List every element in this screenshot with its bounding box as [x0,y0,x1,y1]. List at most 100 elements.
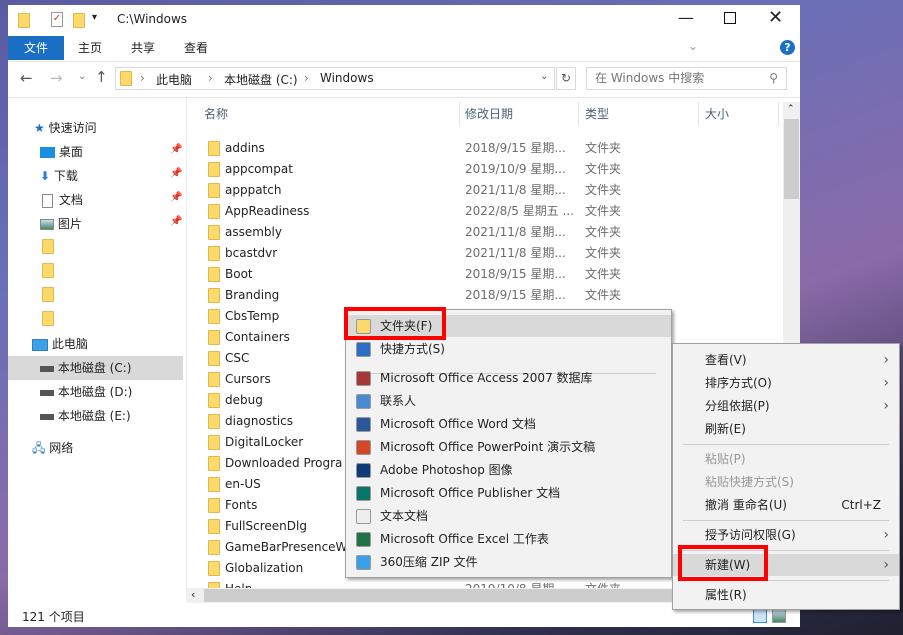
drive-icon [40,389,54,396]
sidebar-item-this-pc[interactable]: 此电脑 [32,332,88,356]
menu-item-group[interactable]: 分组依据(P) › [673,395,899,417]
file-row[interactable]: appcompat 2019/10/9 星期... 文件夹 [204,159,784,180]
maximize-button[interactable] [724,12,736,24]
sidebar-item-documents[interactable]: 文档 [40,188,83,212]
folder-icon [208,288,220,303]
folder-icon [208,309,220,324]
folder-icon [208,204,220,219]
sidebar-item-downloads[interactable]: ⬇ 下载 [40,164,78,188]
refresh-button[interactable]: ↻ [556,67,576,90]
sidebar-item-desktop[interactable]: 桌面 [40,140,83,164]
tab-home[interactable]: 主页 [62,36,118,60]
file-name: assembly [225,225,282,239]
desktop-icon [40,147,55,158]
properties-icon[interactable]: ✓ [51,12,63,27]
new-menu-item[interactable]: Microsoft Office Excel 工作表 [346,528,671,550]
breadcrumb-c-drive[interactable]: 本地磁盘 (C:) [224,71,298,88]
customize-quick-access-icon[interactable]: ▾ [92,12,97,23]
address-bar[interactable]: › 此电脑 › 本地磁盘 (C:) › Windows ⌄ [115,67,555,90]
sidebar-item-quick-access[interactable]: ★ 快速访问 [34,116,97,140]
pin-icon[interactable]: 📌 [170,192,182,203]
file-row[interactable]: addins 2018/9/15 星期... 文件夹 [204,138,784,159]
new-menu-item[interactable]: Microsoft Office PowerPoint 演示文稿 [346,436,671,458]
tab-share[interactable]: 共享 [115,36,171,60]
folder-icon [208,519,220,534]
file-date: 2018/9/15 星期... [465,267,566,281]
folder-icon [208,141,220,156]
breadcrumb-windows[interactable]: Windows [320,71,374,85]
file-type: 文件夹 [585,162,622,176]
sidebar-item-network[interactable]: 🖧 网络 [32,436,73,460]
folder-icon[interactable] [42,311,54,326]
back-button[interactable]: ← [20,69,33,87]
menu-item-properties[interactable]: 属性(R) [673,584,899,606]
file-name: GameBarPresenceWi [225,540,351,554]
folder-icon[interactable] [42,239,54,254]
menu-item-undo-rename[interactable]: 撤消 重命名(U) Ctrl+Z [673,494,899,516]
close-button[interactable]: ✕ [768,7,783,28]
help-icon[interactable]: ? [780,40,795,55]
file-date: 2022/8/5 星期五 ... [465,204,574,218]
tab-view[interactable]: 查看 [168,36,224,60]
new-menu-item[interactable]: 文本文档 [346,505,671,527]
new-menu-item[interactable]: 快捷方式(S) [346,338,671,360]
folder-icon[interactable] [42,287,54,302]
drive-icon [40,365,54,372]
new-menu-item[interactable]: 联系人 [346,390,671,412]
file-row[interactable]: bcastdvr 2021/11/8 星期... 文件夹 [204,243,784,264]
breadcrumb-this-pc[interactable]: 此电脑 [156,71,192,88]
details-view-button[interactable] [753,609,767,623]
divider [8,61,800,62]
file-date: 2021/11/8 星期... [465,183,566,197]
folder-icon [208,456,220,471]
new-menu-item[interactable]: 360压缩 ZIP 文件 [346,551,671,573]
file-row[interactable]: AppReadiness 2022/8/5 星期五 ... 文件夹 [204,201,784,222]
drive-icon [40,413,54,420]
search-input[interactable]: 在 Windows 中搜索 ⚲ [586,67,787,90]
file-name: bcastdvr [225,246,278,260]
file-date: 2019/10/9 星期... [465,162,566,176]
recent-locations-button[interactable]: ⌄ [78,71,86,82]
expand-ribbon-icon[interactable]: ⌄ [688,39,698,53]
search-icon: ⚲ [769,71,778,85]
folder-icon[interactable] [42,263,54,278]
pin-icon[interactable]: 📌 [170,216,182,227]
new-menu-item[interactable]: Adobe Photoshop 图像 [346,459,671,481]
scrollbar-thumb[interactable] [784,119,799,199]
photoshop-icon [356,463,371,478]
file-row[interactable]: apppatch 2021/11/8 星期... 文件夹 [204,180,784,201]
file-name: CSC [225,351,250,365]
sidebar-item-pictures[interactable]: 图片 [40,212,82,236]
tab-file[interactable]: 文件 [8,36,64,60]
sidebar-item-d-drive[interactable]: 本地磁盘 (D:) [40,380,132,404]
pin-icon[interactable]: 📌 [170,144,182,155]
pin-icon[interactable]: 📌 [170,168,182,179]
new-menu-item[interactable]: Microsoft Office Publisher 文档 [346,482,671,504]
menu-item-view[interactable]: 查看(V) › [673,349,899,371]
scrollbar-thumb[interactable] [204,589,684,602]
forward-button[interactable]: → [50,69,63,87]
file-row[interactable]: Boot 2018/9/15 星期... 文件夹 [204,264,784,285]
menu-item-sort[interactable]: 排序方式(O) › [673,372,899,394]
column-header-date[interactable]: 修改日期 [459,102,579,126]
file-row[interactable]: assembly 2021/11/8 星期... 文件夹 [204,222,784,243]
file-type: 文件夹 [585,141,622,155]
sidebar-item-e-drive[interactable]: 本地磁盘 (E:) [40,404,131,428]
chevron-right-icon: › [883,527,889,543]
address-dropdown-icon[interactable]: ⌄ [540,71,548,82]
large-icons-view-button[interactable] [772,609,786,623]
file-row[interactable]: Branding 2018/9/15 星期... 文件夹 [204,285,784,306]
minimize-button[interactable]: — [678,8,694,27]
sidebar-item-c-drive[interactable]: 本地磁盘 (C:) [8,356,183,380]
new-folder-icon[interactable] [73,13,85,28]
file-name: Downloaded Progra [225,456,343,470]
new-menu-item[interactable]: Microsoft Office Word 文档 [346,413,671,435]
up-button[interactable]: ↑ [95,68,108,86]
menu-item-grant-access[interactable]: 授予访问权限(G) › [673,524,899,546]
excel-icon [356,532,371,547]
menu-item-refresh[interactable]: 刷新(E) [673,418,899,440]
column-header-size[interactable]: 大小 [699,102,779,126]
column-header-type[interactable]: 类型 [579,102,699,126]
new-menu-item[interactable]: Microsoft Office Access 2007 数据库 [346,367,671,389]
column-header-name[interactable]: 名称 [198,102,460,126]
